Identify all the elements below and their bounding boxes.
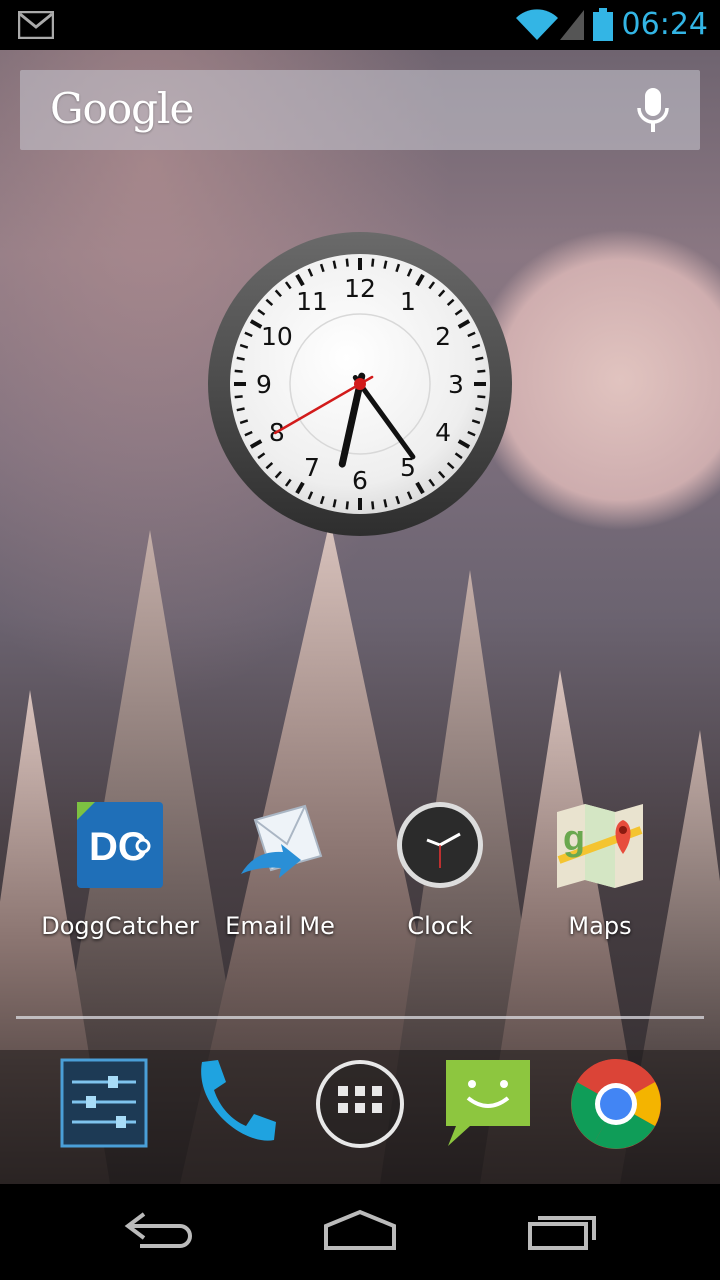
clock-number: 2 [435,322,451,351]
clock-center-pin [354,378,366,390]
clock-tick [345,258,349,267]
clock-tick [475,407,484,412]
clock-number: 7 [304,453,320,482]
app-label: Clock [407,912,473,940]
navigation-bar [0,1184,720,1280]
app-maps[interactable]: g Maps [520,800,680,950]
clock-number: 3 [448,370,464,399]
svg-text:g: g [563,817,585,858]
clock-tick [332,499,337,508]
wallpaper [0,50,720,1184]
signal-icon [560,10,584,40]
clock-tick [345,501,349,510]
clock-tick [234,395,243,399]
chrome-icon[interactable] [568,1056,664,1152]
app-clock[interactable]: Clock [360,800,520,950]
maps-icon: g [557,804,643,888]
clock-number: 9 [256,370,272,399]
phone-icon[interactable] [184,1056,280,1152]
clock-number: 12 [344,274,376,303]
wallpaper-trees [0,520,720,1184]
clock-tick [234,369,243,373]
clock-tick [236,407,245,412]
home-icon[interactable] [320,1204,400,1254]
email-icon [241,804,323,878]
app-drawer-icon[interactable] [312,1056,408,1152]
back-icon[interactable] [120,1204,200,1254]
recent-apps-icon[interactable] [520,1204,600,1254]
clock-tick [383,260,388,269]
clock-tick [371,501,375,510]
doggcatcher-icon: DC [77,802,163,888]
app-label: Maps [568,912,632,940]
clock-tick [332,260,337,269]
app-label: Email Me [225,912,335,940]
status-bar: 06:24 [0,0,720,50]
google-search-bar[interactable]: Google [20,70,700,150]
clock-number: 1 [400,287,416,316]
clock-tick [475,356,484,361]
gmail-icon[interactable] [18,11,54,39]
status-time: 06:24 [621,7,708,42]
clock-tick [236,356,245,361]
app-doggcatcher[interactable]: DC DoggCatcher [40,800,200,950]
clock-tick [477,369,486,373]
clock-tick [383,499,388,508]
app-email-me[interactable]: Email Me [200,800,360,950]
mic-icon[interactable] [636,86,670,136]
clock-tick [371,258,375,267]
dock-divider [16,1016,704,1019]
clock-number: 11 [296,287,328,316]
clock-number: 10 [261,322,293,351]
google-logo[interactable]: Google [50,84,194,133]
clock-number: 4 [435,418,451,447]
wifi-icon [516,9,558,40]
battery-icon [593,8,613,41]
clock-tick [477,395,486,399]
clock-icon [397,802,483,888]
settings-icon[interactable] [56,1056,152,1152]
messaging-icon[interactable] [440,1056,536,1152]
analog-clock-widget[interactable]: 12 1 2 3 4 5 6 7 8 9 10 11 [206,230,514,538]
clock-number: 6 [352,466,368,495]
app-label: DoggCatcher [41,912,199,940]
